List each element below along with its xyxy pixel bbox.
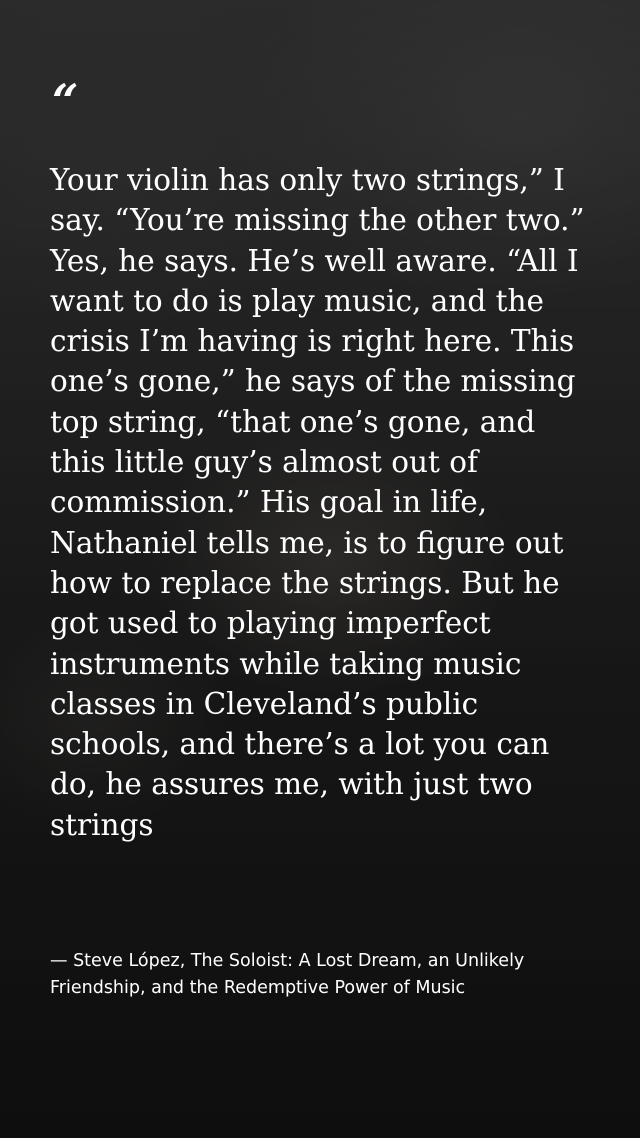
quote-text: Your violin has only two strings,” I say… <box>50 163 585 842</box>
quote-attribution: — Steve López, The Soloist: A Lost Dream… <box>50 951 525 998</box>
quote-mark-icon: “ <box>52 74 79 128</box>
